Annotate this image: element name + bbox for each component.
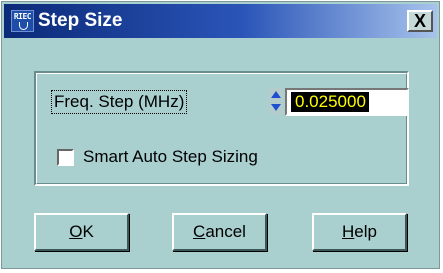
freq-step-value: 0.025000 <box>291 92 369 112</box>
spin-up-icon[interactable] <box>269 88 283 101</box>
help-button[interactable]: Help <box>312 213 407 251</box>
smart-auto-step-label[interactable]: Smart Auto Step Sizing <box>83 147 258 167</box>
freq-step-spinner[interactable] <box>269 88 283 114</box>
smart-auto-step-checkbox[interactable] <box>57 149 74 166</box>
freq-step-label: Freq. Step (MHz) <box>50 90 188 114</box>
spin-down-icon[interactable] <box>269 101 283 114</box>
close-button[interactable]: X <box>407 10 433 32</box>
freq-step-input[interactable]: 0.025000 <box>285 88 409 116</box>
dialog-title: Step Size <box>38 10 123 31</box>
cancel-button[interactable]: Cancel <box>172 213 267 251</box>
riec-anchor-icon: RIEC <box>11 10 34 32</box>
app-icon-text: RIEC <box>13 12 32 21</box>
title-bar[interactable]: RIEC Step Size X <box>4 4 437 38</box>
ok-button[interactable]: OK <box>34 213 129 251</box>
